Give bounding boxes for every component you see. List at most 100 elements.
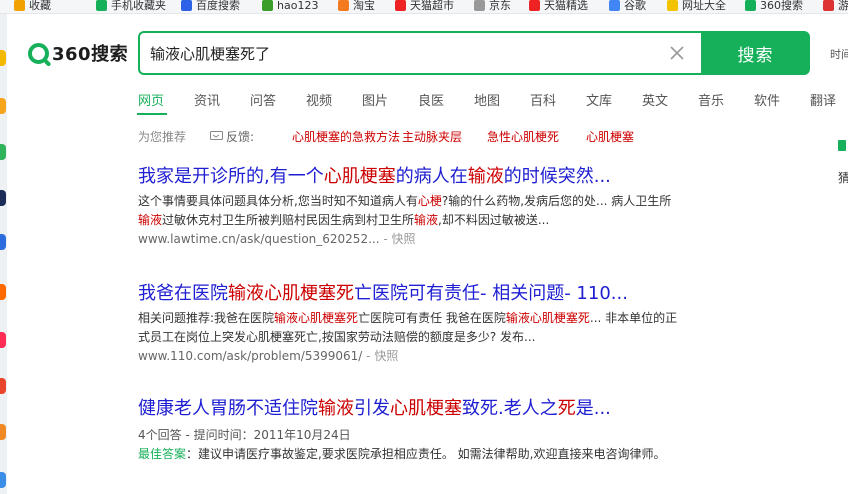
text-segment: 这个事情要具体问题具体分析,您当时知不知道病人有 [138,194,418,208]
bookmark-label: 收藏 [29,0,51,12]
recommend-label: 为您推荐 [138,130,187,144]
tab-item[interactable]: 文库 [586,90,612,109]
dock-app-icon[interactable] [0,50,6,66]
dock-app-icon[interactable] [0,424,6,440]
text-segment: 的时候突然... [503,166,611,187]
tab-item[interactable]: 翻译 [810,90,836,109]
bookmark-label: 京东 [489,0,511,12]
highlighted-term: 心肌梗塞 [323,166,396,187]
paw-icon [181,0,192,11]
highlighted-term: 心梗 [417,194,442,208]
bookmark-item[interactable]: 360搜索 [745,0,803,11]
search-result: 健康老人胃肠不适住院输液引发心肌梗塞致死.老人之死是... 4个回答 - 提问时… [138,398,698,464]
result-url-line: www.lawtime.cn/ask/question_620252... - … [138,232,416,246]
tab-item[interactable]: 百科 [530,90,556,109]
bookmark-item[interactable]: 游 [823,0,848,11]
dock-app-icon[interactable] [0,472,6,488]
tmall-icon [395,0,406,11]
tab-item[interactable]: 视频 [306,90,332,109]
page-icon [474,0,485,11]
plus-icon [667,0,678,11]
highlighted-term: 输液 [414,213,439,227]
bookmark-item[interactable]: 京东 [474,0,511,11]
dock-app-icon[interactable] [0,332,6,348]
dock-app-icon[interactable] [0,284,6,300]
result-title-link[interactable]: 我爸在医院输液心肌梗塞死亡医院可有责任- 相关问题- 110... [138,283,698,305]
tab-item[interactable]: 网页 [138,90,164,109]
bookmark-label: 360搜索 [760,0,803,12]
recommend-term[interactable]: 心肌梗塞的急救方法 [292,128,400,145]
feedback-link[interactable]: 反馈: [210,128,254,145]
google-icon [609,0,620,11]
tab-item[interactable]: 问答 [250,90,276,109]
dock-app-icon[interactable] [0,190,6,206]
tab-item[interactable]: 软件 [754,90,780,109]
bookmark-label: 谷歌 [624,0,646,12]
recommend-term[interactable]: 主动脉夹层 [402,128,462,145]
tab-item[interactable]: 图片 [362,90,388,109]
bookmarks-bar: 收藏 手机收藏夹 百度搜索 hao123 淘宝 天猫超市 京东 天猫精选 谷歌 网址大全 360搜索… [0,0,848,14]
search-result: 我家是开诊所的,有一个心肌梗塞的病人在输液的时候突然... 这个事情要具体问题具… [138,166,698,249]
text-segment: 亡医院可有责任 我爸在医院 [358,311,506,325]
tab-item[interactable]: 良医 [418,90,444,109]
bookmark-item[interactable]: 收藏 [14,0,51,11]
result-title-link[interactable]: 健康老人胃肠不适住院输液引发心肌梗塞致死.老人之死是... [138,398,698,420]
text-segment: ?输的什么药物,发病后您的处... 病人卫生所 [441,194,672,208]
feedback-icon [210,131,223,140]
recommend-term[interactable]: 急性心肌梗死 [487,128,559,145]
active-tab-indicator [137,113,167,115]
dock-app-icon[interactable] [0,378,6,394]
page: 收藏 手机收藏夹 百度搜索 hao123 淘宝 天猫超市 京东 天猫精选 谷歌 网址大全 360搜索… [0,0,848,494]
magnifier-logo-icon [28,42,49,64]
dock-app-icon[interactable] [0,144,6,160]
bookmark-item[interactable]: 手机收藏夹 [96,0,166,11]
result-snippet: 相关问题推荐:我爸在医院输液心肌梗塞死亡医院可有责任 我爸在医院输液心肌梗塞死.… [138,309,678,347]
text-segment: ,却不料因过敏被送... [438,213,550,227]
bookmark-label: 淘宝 [353,0,375,12]
search-input[interactable] [150,33,660,73]
highlighted-term: 输液 [318,398,354,419]
tab-item[interactable]: 英文 [642,90,668,109]
tab-item[interactable]: 资讯 [194,90,220,109]
dock-app-icon[interactable] [0,234,6,250]
star-icon [14,0,25,11]
bookmark-item[interactable]: 淘宝 [338,0,375,11]
bookmark-label: 手机收藏夹 [111,0,166,12]
best-answer-text: ：建议申请医疗事故鉴定,要求医院承担相应责任。 如需法律帮助,欢迎直接来电咨询律… [186,447,666,461]
clear-icon[interactable] [668,44,686,62]
highlighted-term: 死 [557,398,576,419]
bookmark-item[interactable]: 天猫超市 [395,0,454,11]
tab-item[interactable]: 地图 [474,90,500,109]
site-logo[interactable]: 360搜索 [28,40,128,66]
result-title-link[interactable]: 我家是开诊所的,有一个心肌梗塞的病人在输液的时候突然... [138,166,698,188]
bookmark-item[interactable]: 网址大全 [667,0,726,11]
bookmark-item[interactable]: hao123 [262,0,318,11]
dock-app-icon[interactable] [0,98,6,114]
tmall-icon [529,0,540,11]
result-url[interactable]: www.110.com/ask/problem/5399061/ [138,349,362,363]
tab-item[interactable]: 音乐 [698,90,724,109]
snapshot-link[interactable]: 快照 [374,349,398,363]
text-segment: 我爸在医院 [138,283,228,304]
right-sidebar-text: 猜 [838,171,848,185]
text-segment: 是... [575,398,611,419]
text-segment: 亡医院可有责任- 相关问题- 110... [354,283,628,304]
recommend-term[interactable]: 心肌梗塞 [586,128,634,145]
taobao-icon [338,0,349,11]
snapshot-link[interactable]: 快照 [392,232,416,246]
bookmark-item[interactable]: 谷歌 [609,0,646,11]
bookmark-label: 百度搜索 [196,0,240,12]
text-segment: 过敏休克村卫生所被判赔村民因生病到村卫生所 [162,213,415,227]
text-segment: 我家是开诊所的,有一个 [138,166,324,187]
bookmark-label: 天猫超市 [410,0,454,12]
best-answer: 最佳答案：建议申请医疗事故鉴定,要求医院承担相应责任。 如需法律帮助,欢迎直接来… [138,445,678,464]
bookmark-item[interactable]: 百度搜索 [181,0,240,11]
time-filter-link[interactable]: 时间 [830,46,848,62]
bookmark-label: hao123 [277,0,319,12]
right-sidebar: 猜 [838,132,848,186]
result-url[interactable]: www.lawtime.cn/ask/question_620252... [138,232,380,246]
bookmark-item[interactable]: 天猫精选 [529,0,588,11]
text-segment: 健康老人胃肠不适住院 [138,398,318,419]
bookmark-label: 天猫精选 [544,0,588,12]
search-button[interactable]: 搜索 [701,31,810,75]
